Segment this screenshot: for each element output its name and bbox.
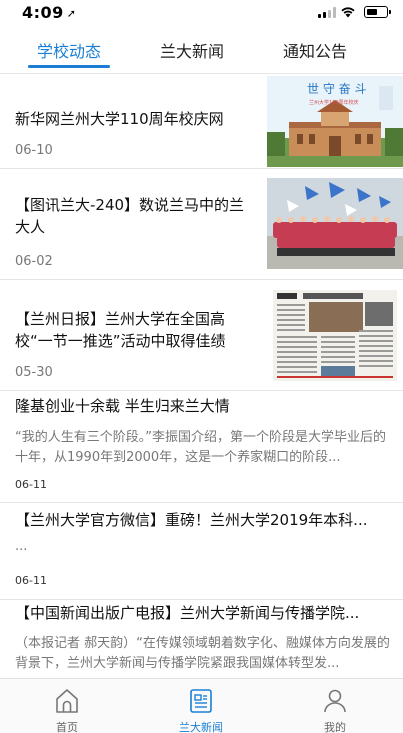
newspaper-page-thumbnail[interactable] (273, 290, 397, 381)
cellular-signal-icon (318, 7, 336, 18)
news-date: 05-30 (15, 365, 53, 380)
news-item[interactable]: 【兰州日报】兰州大学在全国高校“一节一推选”活动中取得佳绩 05-30 (0, 280, 403, 391)
nav-home[interactable]: 首页 (0, 679, 134, 733)
news-title: 【图讯兰大-240】数说兰马中的兰大人 (15, 196, 245, 236)
nav-lzu-news[interactable]: 兰大新闻 (134, 679, 268, 733)
tab-notices[interactable]: 通知公告 (260, 38, 370, 62)
tab-school-news[interactable]: 学校动态 (14, 38, 124, 62)
news-title: 【兰州日报】兰州大学在全国高校“一节一推选”活动中取得佳绩 (15, 310, 226, 350)
news-item[interactable]: 隆基创业十余载 半生归来兰大情 “我的人生有三个阶段。”李振国介绍，第一个阶段是… (0, 391, 403, 503)
status-bar: 4:09 ➚ (0, 0, 403, 26)
profile-icon (324, 689, 346, 713)
news-list: 新华网兰州大学110周年校庆网 06-10 世 守 奋 斗 兰州大学110周年校… (0, 75, 403, 678)
thumb-heading: 世 守 奋 斗 (307, 82, 366, 96)
tab-lzu-news[interactable]: 兰大新闻 (137, 38, 247, 62)
top-tab-bar: 学校动态 兰大新闻 通知公告 (0, 26, 403, 74)
news-item[interactable]: 【图讯兰大-240】数说兰马中的兰大人 06-02 (0, 169, 403, 280)
news-item[interactable]: 【兰州大学官方微信】重磅！兰州大学2019年本科... ... 06-11 (0, 503, 403, 600)
news-title: 新华网兰州大学110周年校庆网 (15, 110, 224, 128)
news-summary: “我的人生有三个阶段。”李振国介绍，第一个阶段是大学毕业后的十年，从1990年到… (15, 430, 386, 465)
news-title: 【兰州大学官方微信】重磅！兰州大学2019年本科... (15, 511, 368, 529)
news-title: 【中国新闻出版广电报】兰州大学新闻与传播学院... (15, 604, 360, 622)
bottom-nav: 首页 兰大新闻 我的 (0, 678, 403, 733)
news-summary: （本报记者 郝天韵）“在传媒领域朝着数字化、融媒体方向发展的背景下，兰州大学新闻… (15, 636, 390, 671)
location-arrow-icon: ➚ (66, 7, 77, 20)
news-date: 06-11 (15, 574, 47, 587)
active-tab-indicator (28, 65, 110, 68)
marathon-team-thumbnail[interactable] (267, 178, 403, 269)
news-item[interactable]: 新华网兰州大学110周年校庆网 06-10 世 守 奋 斗 兰州大学110周年校… (0, 75, 403, 169)
battery-icon (364, 6, 391, 18)
nav-profile-label: 我的 (324, 721, 346, 733)
news-summary: ... (15, 539, 28, 554)
nav-home-label: 首页 (56, 721, 78, 733)
campus-building-thumbnail[interactable]: 世 守 奋 斗 兰州大学110周年校庆 (267, 76, 403, 167)
news-title: 隆基创业十余载 半生归来兰大情 (15, 397, 230, 415)
home-icon (56, 689, 78, 713)
nav-lzu-news-label: 兰大新闻 (179, 721, 223, 733)
news-date: 06-10 (15, 143, 53, 158)
nav-profile[interactable]: 我的 (268, 679, 402, 733)
news-date: 06-11 (15, 478, 47, 491)
wifi-icon (341, 7, 355, 18)
news-item[interactable]: 【中国新闻出版广电报】兰州大学新闻与传播学院... （本报记者 郝天韵）“在传媒… (0, 600, 403, 678)
status-time: 4:09 ➚ (22, 3, 77, 22)
news-date: 06-02 (15, 254, 53, 269)
thumb-subheading: 兰州大学110周年校庆 (309, 99, 359, 106)
news-icon (190, 689, 212, 713)
